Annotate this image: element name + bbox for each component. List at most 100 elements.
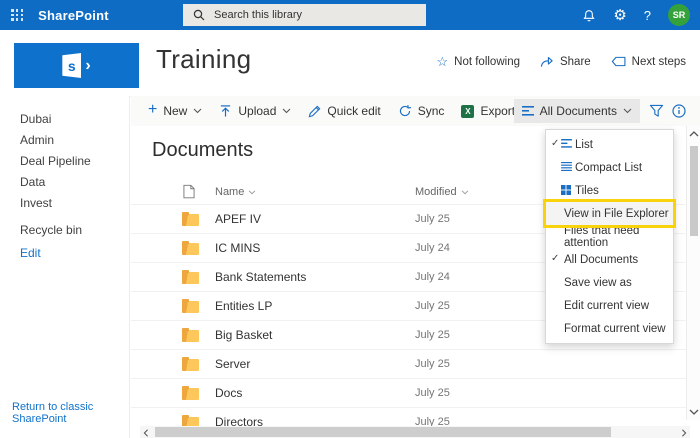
avatar[interactable]: SR: [668, 4, 690, 26]
list-view-icon: [521, 106, 534, 116]
tiles-icon: [561, 185, 571, 195]
menu-item-all-documents[interactable]: ✓ All Documents: [546, 248, 673, 271]
upload-label: Upload: [238, 104, 277, 118]
sync-button[interactable]: Sync: [398, 104, 445, 118]
upload-button[interactable]: Upload: [219, 104, 291, 118]
quick-edit-label: Quick edit: [327, 104, 381, 118]
suite-bar: SharePoint ⚙ ? SR: [0, 0, 700, 30]
folder-icon: [182, 298, 199, 313]
share-label: Share: [559, 55, 591, 68]
sidebar-item-invest[interactable]: Invest: [0, 193, 129, 214]
site-actions: ☆ Not following Share Next steps: [436, 55, 686, 68]
star-icon: ☆: [436, 54, 449, 69]
folder-icon: [182, 385, 199, 400]
info-button[interactable]: [672, 104, 686, 118]
suite-bar-right: ⚙ ? SR: [582, 0, 690, 30]
search-icon: [193, 9, 205, 21]
file-name[interactable]: Docs: [215, 386, 242, 400]
next-steps-label: Next steps: [631, 55, 686, 68]
file-name[interactable]: Entities LP: [215, 299, 272, 313]
folder-icon: [182, 269, 199, 284]
new-button[interactable]: + New: [148, 102, 202, 118]
scroll-left-icon[interactable]: [143, 429, 149, 437]
command-bar: + New Upload Quick edit Sync X Export to: [131, 96, 700, 126]
table-row[interactable]: Docs July 25: [131, 378, 686, 407]
settings-gear-icon[interactable]: ⚙: [613, 8, 626, 23]
sidebar-item-recycle-bin[interactable]: Recycle bin: [0, 220, 129, 241]
return-classic-link[interactable]: Return to classic SharePoint: [12, 401, 129, 425]
document-type-icon[interactable]: [183, 184, 195, 199]
compact-list-icon: [561, 162, 572, 171]
search-input[interactable]: [212, 8, 391, 22]
follow-label: Not following: [454, 55, 520, 68]
file-name[interactable]: Big Basket: [215, 328, 272, 342]
menu-item-save-view-as[interactable]: Save view as: [546, 271, 673, 294]
sharepoint-app: SharePoint ⚙ ? SR s › Training ☆: [0, 0, 700, 438]
view-options-menu: ✓ List Compact List Tiles View in File E…: [543, 129, 676, 344]
list-layout-icon: [561, 139, 572, 148]
modified-date: July 25: [415, 358, 450, 370]
next-steps-button[interactable]: Next steps: [611, 56, 686, 68]
quick-edit-button[interactable]: Quick edit: [308, 104, 381, 118]
upload-icon: [221, 105, 231, 117]
pencil-icon: [308, 105, 321, 117]
sidebar-item-admin[interactable]: Admin: [0, 130, 129, 151]
horizontal-scrollbar[interactable]: [140, 426, 690, 438]
menu-item-compact-list[interactable]: Compact List: [546, 156, 673, 179]
modified-date: July 24: [415, 271, 450, 283]
folder-icon: [182, 327, 199, 342]
file-name[interactable]: Bank Statements: [215, 270, 306, 284]
share-button[interactable]: Share: [540, 56, 591, 68]
modified-date: July 25: [415, 387, 450, 399]
column-header-name[interactable]: Name: [215, 186, 256, 198]
scroll-down-icon[interactable]: [689, 409, 699, 415]
help-icon[interactable]: ?: [644, 8, 651, 23]
menu-item-tiles[interactable]: Tiles: [546, 179, 673, 202]
table-row[interactable]: Server July 25: [131, 349, 686, 378]
check-icon: ✓: [551, 253, 560, 264]
folder-icon: [182, 240, 199, 255]
scroll-right-icon[interactable]: [681, 429, 687, 437]
app-launcher-waffle-icon[interactable]: [11, 8, 24, 22]
folder-icon: [182, 211, 199, 226]
menu-item-view-in-file-explorer[interactable]: View in File Explorer: [543, 199, 676, 228]
check-icon: ✓: [551, 138, 560, 149]
file-name[interactable]: Server: [215, 357, 250, 371]
menu-item-files-that-need-attention[interactable]: Files that need attention: [546, 225, 673, 249]
horizontal-scroll-thumb[interactable]: [155, 427, 611, 437]
site-logo[interactable]: s ›: [14, 43, 139, 88]
file-name[interactable]: APEF IV: [215, 212, 261, 226]
menu-item-edit-current-view[interactable]: Edit current view: [546, 294, 673, 317]
vertical-scroll-thumb[interactable]: [690, 146, 698, 236]
sidebar-item-dubai[interactable]: Dubai: [0, 109, 129, 130]
file-name[interactable]: IC MINS: [215, 241, 260, 255]
sidebar-item-deal-pipeline[interactable]: Deal Pipeline: [0, 151, 129, 172]
chevron-down-icon: [193, 108, 202, 114]
folder-icon: [182, 356, 199, 371]
menu-item-format-current-view[interactable]: Format current view: [546, 317, 673, 340]
site-header: s › Training ☆ Not following Share Next …: [0, 30, 700, 96]
view-selector-button[interactable]: All Documents: [513, 99, 640, 123]
sort-chevron-icon: [461, 190, 468, 194]
next-steps-icon: [611, 56, 626, 67]
chevron-down-icon: [623, 108, 632, 114]
share-icon: [540, 56, 553, 67]
filter-button[interactable]: [649, 104, 664, 118]
sync-label: Sync: [417, 104, 445, 118]
search-box[interactable]: [183, 4, 426, 26]
modified-date: July 25: [415, 300, 450, 312]
brand-title[interactable]: SharePoint: [38, 8, 109, 23]
menu-item-list[interactable]: ✓ List: [546, 133, 673, 156]
excel-icon: X: [461, 104, 475, 118]
notifications-bell-icon[interactable]: [582, 8, 596, 23]
vertical-scrollbar[interactable]: [686, 126, 700, 420]
sharepoint-logo-icon: s: [62, 53, 82, 78]
follow-button[interactable]: ☆ Not following: [436, 55, 520, 68]
sharepoint-logo-chevron-icon: ›: [85, 56, 91, 74]
modified-date: July 25: [415, 213, 450, 225]
sidebar-edit-link[interactable]: Edit: [0, 243, 129, 264]
column-header-modified[interactable]: Modified: [415, 186, 469, 198]
new-label: New: [163, 104, 188, 118]
sidebar-item-data[interactable]: Data: [0, 172, 129, 193]
scroll-up-icon[interactable]: [689, 131, 699, 137]
